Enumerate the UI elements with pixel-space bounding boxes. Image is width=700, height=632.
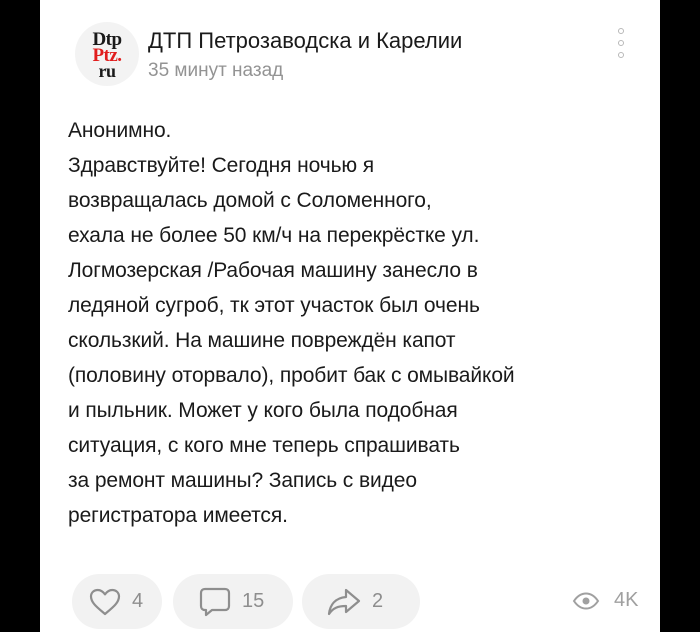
post-text-line: Анонимно. [68,119,172,142]
like-button[interactable]: 4 [72,574,162,629]
post-text-line: за ремонт машины? Запись с видео [68,469,417,492]
post-timestamp[interactable]: 35 минут назад [148,60,283,82]
post-header: Dtp Ptz. ru ДТП Петрозаводска и Карелии … [40,0,660,96]
menu-dot [618,40,624,46]
avatar[interactable]: Dtp Ptz. ru [75,22,139,86]
post-text-line: ехала не более 50 км/ч на перекрёстке ул… [68,224,480,247]
share-count: 2 [372,590,384,612]
views-counter: 4K [572,589,638,612]
post-text-line: Логмозерская /Рабочая машину занесло в [68,259,478,282]
post-text: Анонимно. Здравствуйте! Сегодня ночью я … [68,113,648,533]
post-text-line: ледяной сугроб, тк этот участок был очен… [68,294,480,317]
post-text-line: возвращалась домой с Соломенного, [68,189,432,212]
post-text-line: регистратора имеется. [68,504,288,527]
post-actions: 4 15 2 4K [40,574,660,629]
views-count: 4K [614,589,639,611]
share-button[interactable]: 2 [302,574,420,629]
menu-dot [618,52,624,58]
post-card: Dtp Ptz. ru ДТП Петрозаводска и Карелии … [40,0,660,632]
comment-icon [199,587,231,616]
comment-count: 15 [242,590,265,612]
comment-button[interactable]: 15 [173,574,293,629]
share-icon [327,588,361,615]
post-text-line: Здравствуйте! Сегодня ночью я [68,154,375,177]
post-text-line: и пыльник. Может у кого была подобная [68,399,458,422]
post-text-line: (половину оторвало), пробит бак с омывай… [68,364,515,387]
post-text-line: скользкий. На машине повреждён капот [68,329,456,352]
heart-icon [89,588,121,615]
avatar-logo-text: ru [98,61,117,81]
author-name[interactable]: ДТП Петрозаводска и Карелии [148,28,462,54]
more-vertical-icon[interactable] [610,28,632,58]
eye-icon [572,591,600,610]
like-count: 4 [132,590,144,612]
menu-dot [618,28,624,34]
post-text-line: ситуация, с кого мне теперь спрашивать [68,434,460,457]
